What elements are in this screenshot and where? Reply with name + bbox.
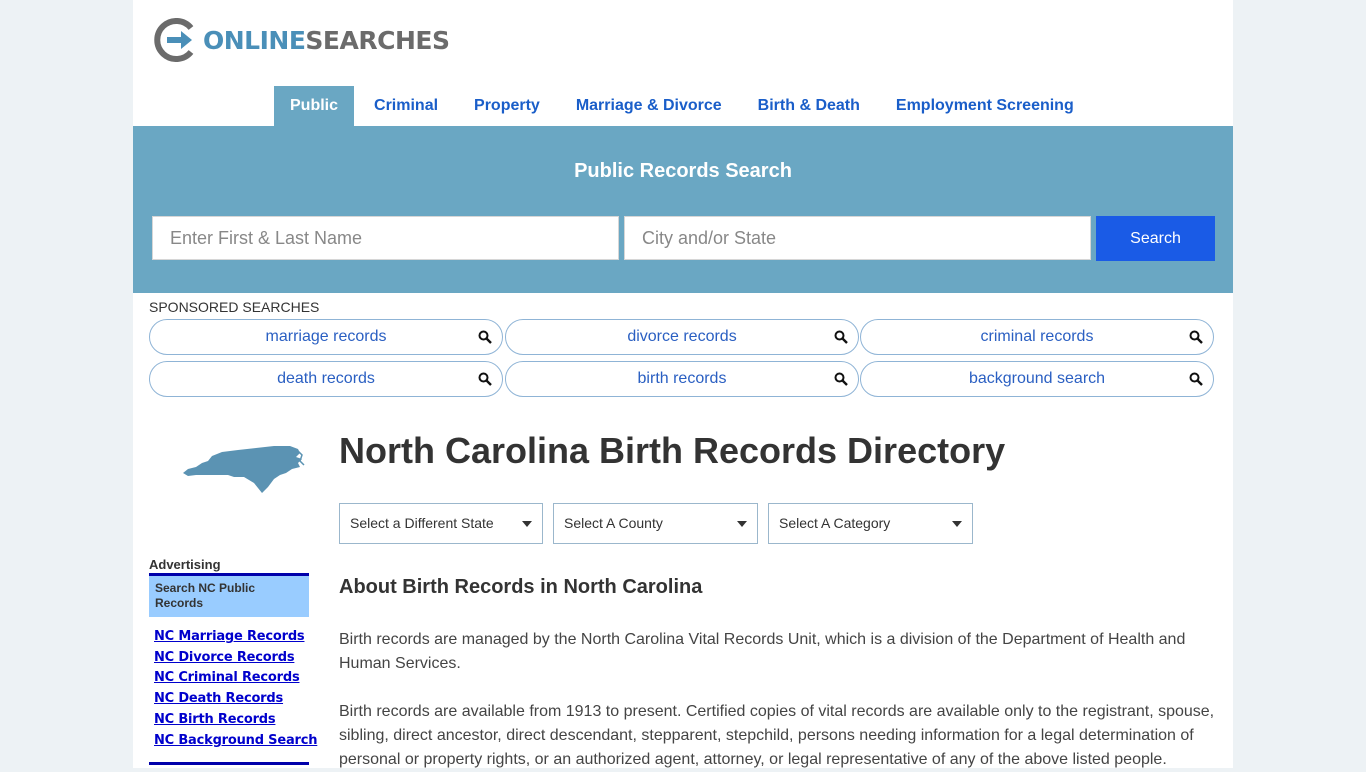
nav-public[interactable]: Public [274, 86, 355, 126]
search-icon [1189, 372, 1203, 386]
sponsored-link-label: marriage records [265, 328, 387, 345]
category-select[interactable]: Select A Category [768, 503, 973, 544]
search-icon [834, 372, 848, 386]
search-icon [478, 372, 492, 386]
nc-birth-records-link[interactable]: NC Birth Records [154, 710, 317, 731]
search-band: Public Records Search Enter First & Last… [133, 126, 1233, 293]
advertising-divider [149, 762, 309, 768]
county-select[interactable]: Select A County [553, 503, 758, 544]
city-state-input[interactable]: City and/or State [624, 216, 1091, 260]
logo-arrow-icon [154, 18, 194, 62]
main-nav: Public Criminal Property Marriage & Divo… [274, 86, 1090, 126]
north-carolina-map-icon [183, 446, 305, 493]
paragraph-1: Birth records are managed by the North C… [339, 631, 1186, 672]
sponsored-link[interactable]: criminal records [860, 319, 1214, 355]
name-input[interactable]: Enter First & Last Name [152, 216, 619, 260]
state-select-label: Select a Different State [350, 515, 494, 531]
search-title: Public Records Search [574, 160, 792, 182]
county-select-label: Select A County [564, 515, 663, 531]
section-title: About Birth Records in North Carolina [339, 576, 703, 598]
nav-birth-death[interactable]: Birth & Death [742, 86, 876, 126]
sponsored-link-label: criminal records [980, 328, 1094, 345]
logo-text: ONLINESEARCHES [203, 25, 450, 55]
site-logo[interactable]: ONLINESEARCHES [153, 18, 450, 62]
search-button[interactable]: Search [1096, 216, 1215, 261]
nc-death-records-link[interactable]: NC Death Records [154, 689, 317, 710]
search-icon [1189, 330, 1203, 344]
nc-marriage-records-link[interactable]: NC Marriage Records [154, 627, 317, 648]
chevron-down-icon [522, 521, 532, 527]
category-select-label: Select A Category [779, 515, 891, 531]
advertising-box-title: Search NC Public Records [149, 573, 309, 617]
nav-employment-screening[interactable]: Employment Screening [880, 86, 1090, 126]
search-icon [834, 330, 848, 344]
sponsored-link-label: background search [968, 370, 1106, 387]
sponsored-title: SPONSORED SEARCHES [149, 299, 320, 315]
nav-criminal[interactable]: Criminal [358, 86, 454, 126]
nav-property[interactable]: Property [458, 86, 556, 126]
sponsored-link-label: birth records [637, 370, 727, 387]
nc-background-search-link[interactable]: NC Background Search [154, 731, 317, 752]
chevron-down-icon [952, 521, 962, 527]
advertising-label: Advertising [149, 557, 221, 572]
sponsored-link[interactable]: death records [149, 361, 503, 397]
sponsored-link[interactable]: birth records [505, 361, 859, 397]
nav-marriage-divorce[interactable]: Marriage & Divorce [560, 86, 738, 126]
sponsored-link[interactable]: divorce records [505, 319, 859, 355]
sponsored-link[interactable]: background search [860, 361, 1214, 397]
search-icon [478, 330, 492, 344]
page-title: North Carolina Birth Records Directory [339, 430, 1006, 471]
nc-divorce-records-link[interactable]: NC Divorce Records [154, 648, 317, 669]
paragraph-2: Birth records are available from 1913 to… [339, 703, 1215, 768]
nc-criminal-records-link[interactable]: NC Criminal Records [154, 668, 317, 689]
sponsored-link-label: divorce records [627, 328, 737, 345]
chevron-down-icon [737, 521, 747, 527]
sponsored-link-label: death records [277, 370, 375, 387]
advertising-links: NC Marriage Records NC Divorce Records N… [154, 627, 317, 751]
sponsored-link[interactable]: marriage records [149, 319, 503, 355]
state-select[interactable]: Select a Different State [339, 503, 543, 544]
page-container: ONLINESEARCHES Public Criminal Property … [133, 0, 1233, 768]
